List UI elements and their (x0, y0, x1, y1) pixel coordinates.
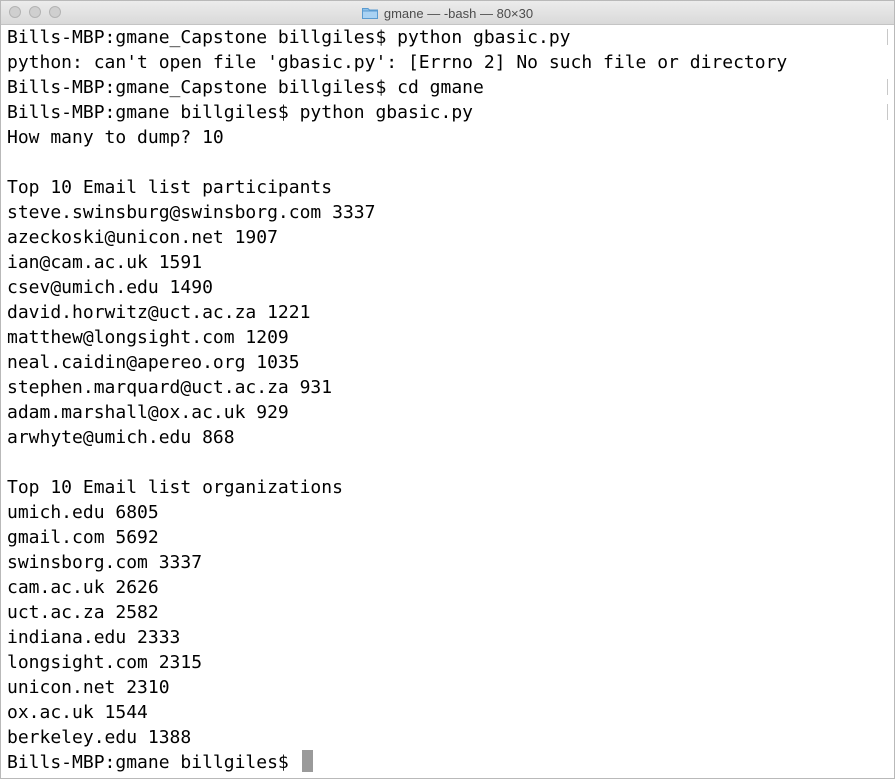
terminal-window: gmane — -bash — 80×30 Bills-MBP:gmane_Ca… (0, 0, 895, 779)
terminal-line: swinsborg.com 3337 (7, 552, 203, 573)
scroll-mark (887, 29, 888, 45)
terminal-output[interactable]: Bills-MBP:gmane_Capstone billgiles$ pyth… (1, 25, 884, 778)
scroll-mark (887, 104, 888, 120)
terminal-line: umich.edu 6805 (7, 502, 159, 523)
terminal-line: david.horwitz@uct.ac.za 1221 (7, 302, 311, 323)
window-title-area: gmane — -bash — 80×30 (1, 1, 894, 25)
terminal-line: indiana.edu 2333 (7, 627, 181, 648)
terminal-line: neal.caidin@apereo.org 1035 (7, 352, 300, 373)
terminal-line: longsight.com 2315 (7, 652, 203, 673)
terminal-line: How many to dump? 10 (7, 127, 224, 148)
terminal-line: python: can't open file 'gbasic.py': [Er… (7, 52, 788, 73)
terminal-line: steve.swinsburg@swinsborg.com 3337 (7, 202, 376, 223)
shell-prompt: Bills-MBP:gmane billgiles$ (7, 752, 300, 773)
terminal-line: Bills-MBP:gmane_Capstone billgiles$ cd g… (7, 77, 484, 98)
terminal-line: berkeley.edu 1388 (7, 727, 192, 748)
terminal-line: Top 10 Email list organizations (7, 477, 343, 498)
terminal-line: gmail.com 5692 (7, 527, 159, 548)
text-cursor (301, 750, 313, 772)
terminal-line: arwhyte@umich.edu 868 (7, 427, 235, 448)
terminal-line: uct.ac.za 2582 (7, 602, 159, 623)
terminal-line: ian@cam.ac.uk 1591 (7, 252, 203, 273)
terminal-line: matthew@longsight.com 1209 (7, 327, 289, 348)
scrollbar-track[interactable] (886, 25, 888, 778)
terminal-line: ox.ac.uk 1544 (7, 702, 148, 723)
terminal-line: csev@umich.edu 1490 (7, 277, 213, 298)
terminal-line: adam.marshall@ox.ac.uk 929 (7, 402, 289, 423)
prompt-line[interactable]: Bills-MBP:gmane billgiles$ (7, 750, 884, 775)
folder-icon (361, 7, 378, 19)
terminal-line: Bills-MBP:gmane_Capstone billgiles$ pyth… (7, 27, 571, 48)
terminal-line: cam.ac.uk 2626 (7, 577, 159, 598)
terminal-line: azeckoski@unicon.net 1907 (7, 227, 278, 248)
terminal-line: Top 10 Email list participants (7, 177, 333, 198)
terminal-line: unicon.net 2310 (7, 677, 170, 698)
title-bar[interactable]: gmane — -bash — 80×30 (1, 1, 894, 25)
terminal-line: Bills-MBP:gmane billgiles$ python gbasic… (7, 102, 473, 123)
scroll-mark (887, 79, 888, 95)
terminal-line: stephen.marquard@uct.ac.za 931 (7, 377, 333, 398)
window-title: gmane — -bash — 80×30 (383, 5, 534, 21)
